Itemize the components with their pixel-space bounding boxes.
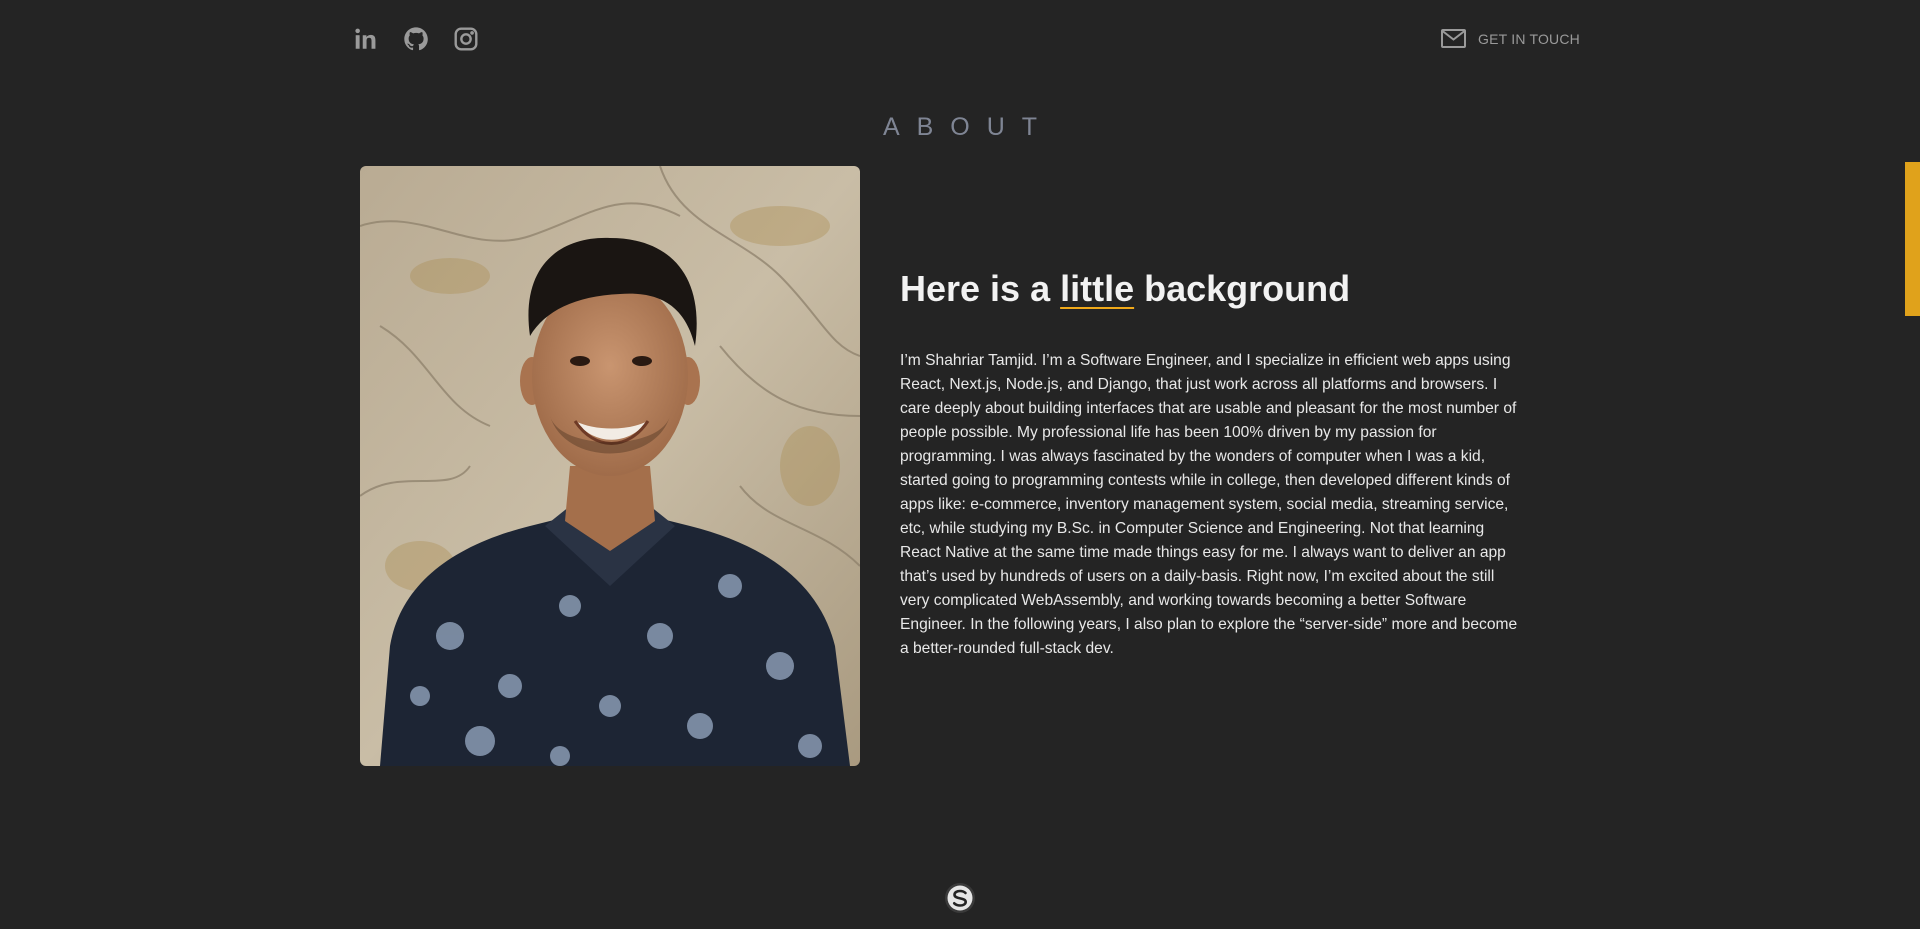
instagram-link[interactable] bbox=[453, 26, 479, 52]
logo-icon bbox=[945, 883, 975, 913]
linkedin-icon bbox=[355, 28, 376, 49]
instagram-icon bbox=[454, 27, 478, 51]
section-title: ABOUT bbox=[882, 112, 1055, 141]
about-heading: Here is a little background bbox=[900, 268, 1350, 310]
mail-icon bbox=[1441, 29, 1467, 48]
linkedin-link[interactable] bbox=[353, 26, 379, 52]
site-logo[interactable] bbox=[944, 882, 976, 914]
github-link[interactable] bbox=[403, 26, 429, 52]
get-in-touch-button[interactable]: GET IN TOUCH bbox=[1441, 29, 1580, 48]
github-icon bbox=[404, 27, 428, 51]
scroll-thumb[interactable] bbox=[1905, 162, 1920, 316]
page: GET IN TOUCH ABOUT Here is a little back… bbox=[0, 0, 1920, 929]
heading-text-after: background bbox=[1134, 268, 1351, 309]
heading-text-before: Here is a bbox=[900, 268, 1061, 309]
heading-highlight: little bbox=[1060, 268, 1135, 309]
get-in-touch-label: GET IN TOUCH bbox=[1478, 30, 1580, 47]
bio-paragraph: I’m Shahriar Tamjid. I’m a Software Engi… bbox=[900, 352, 1518, 657]
profile-photo bbox=[360, 166, 860, 766]
scrollbar[interactable] bbox=[1905, 0, 1920, 929]
social-links bbox=[353, 26, 479, 52]
